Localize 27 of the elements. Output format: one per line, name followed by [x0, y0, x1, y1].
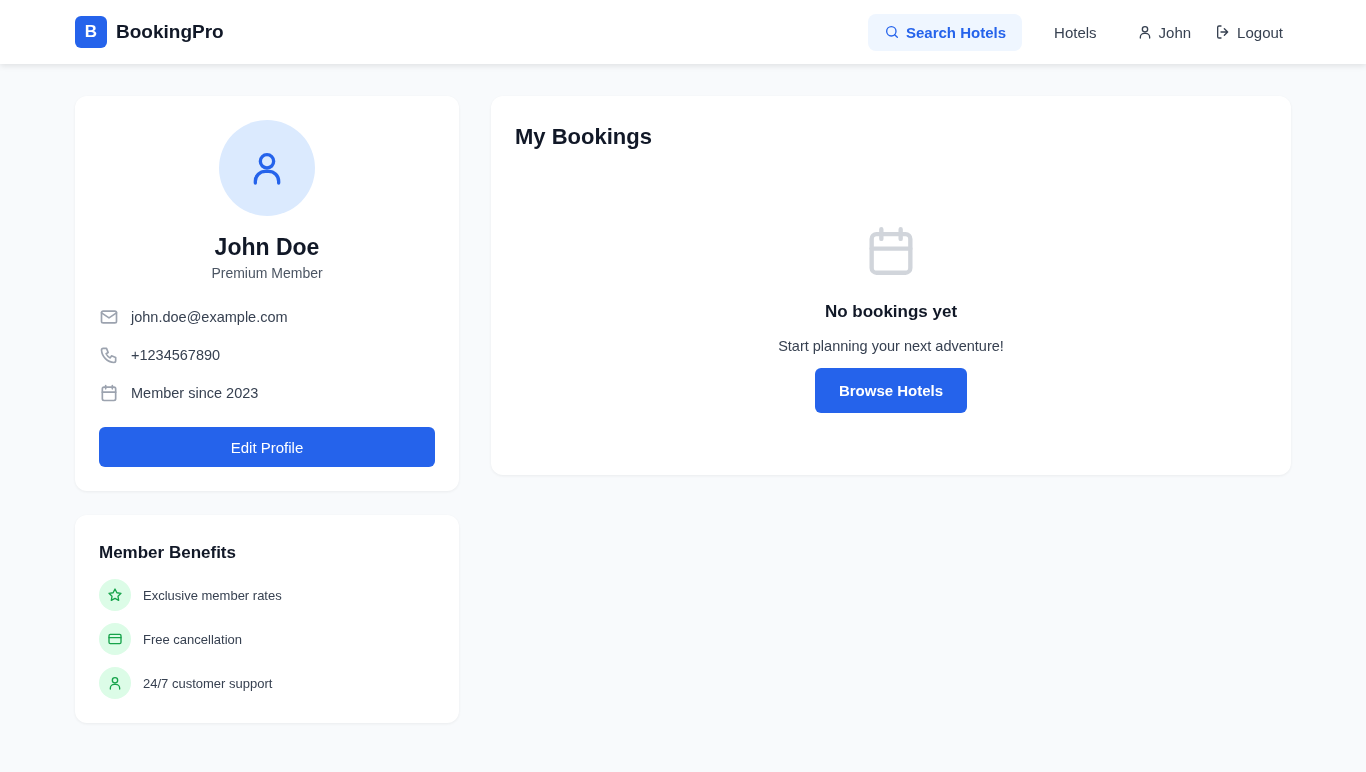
phone-icon: [99, 345, 119, 365]
profile-name: John Doe: [214, 234, 320, 261]
logo-mark: B: [75, 16, 107, 48]
contact-detail: +1234567890: [131, 347, 221, 363]
nav-link[interactable]: Logout: [1207, 13, 1291, 51]
contact-detail: Member since 2023: [131, 385, 259, 401]
search-icon: [884, 24, 900, 40]
empty-message: Start planning your next adventure!: [778, 338, 1004, 354]
benefit-icon: [99, 579, 131, 611]
calendar-icon: [99, 383, 119, 403]
benefit-icon: [99, 623, 131, 655]
nav-link[interactable]: John: [1128, 13, 1200, 51]
contact-detail: john.doe@example.com: [131, 309, 288, 325]
envelope-icon: [99, 307, 119, 327]
membership-label: Premium Member: [211, 265, 323, 281]
benefit-text: Free cancellation: [143, 631, 242, 647]
benefit-icon: [99, 667, 131, 699]
section-title: Member Benefits: [99, 543, 237, 563]
benefit-text: 24/7 customer support: [143, 675, 273, 691]
edit-profile-button[interactable]: Edit Profile: [99, 427, 435, 467]
nav-link[interactable]: Hotels: [1030, 13, 1121, 51]
nav-link[interactable]: Search Hotels: [868, 13, 1023, 51]
benefit-text: Exclusive member rates: [143, 587, 282, 603]
section-title: My Bookings: [515, 124, 653, 150]
brand-name: BookingPro: [116, 21, 224, 43]
empty-title: No bookings yet: [824, 302, 958, 322]
browse-hotels-button[interactable]: Browse Hotels: [814, 368, 968, 413]
